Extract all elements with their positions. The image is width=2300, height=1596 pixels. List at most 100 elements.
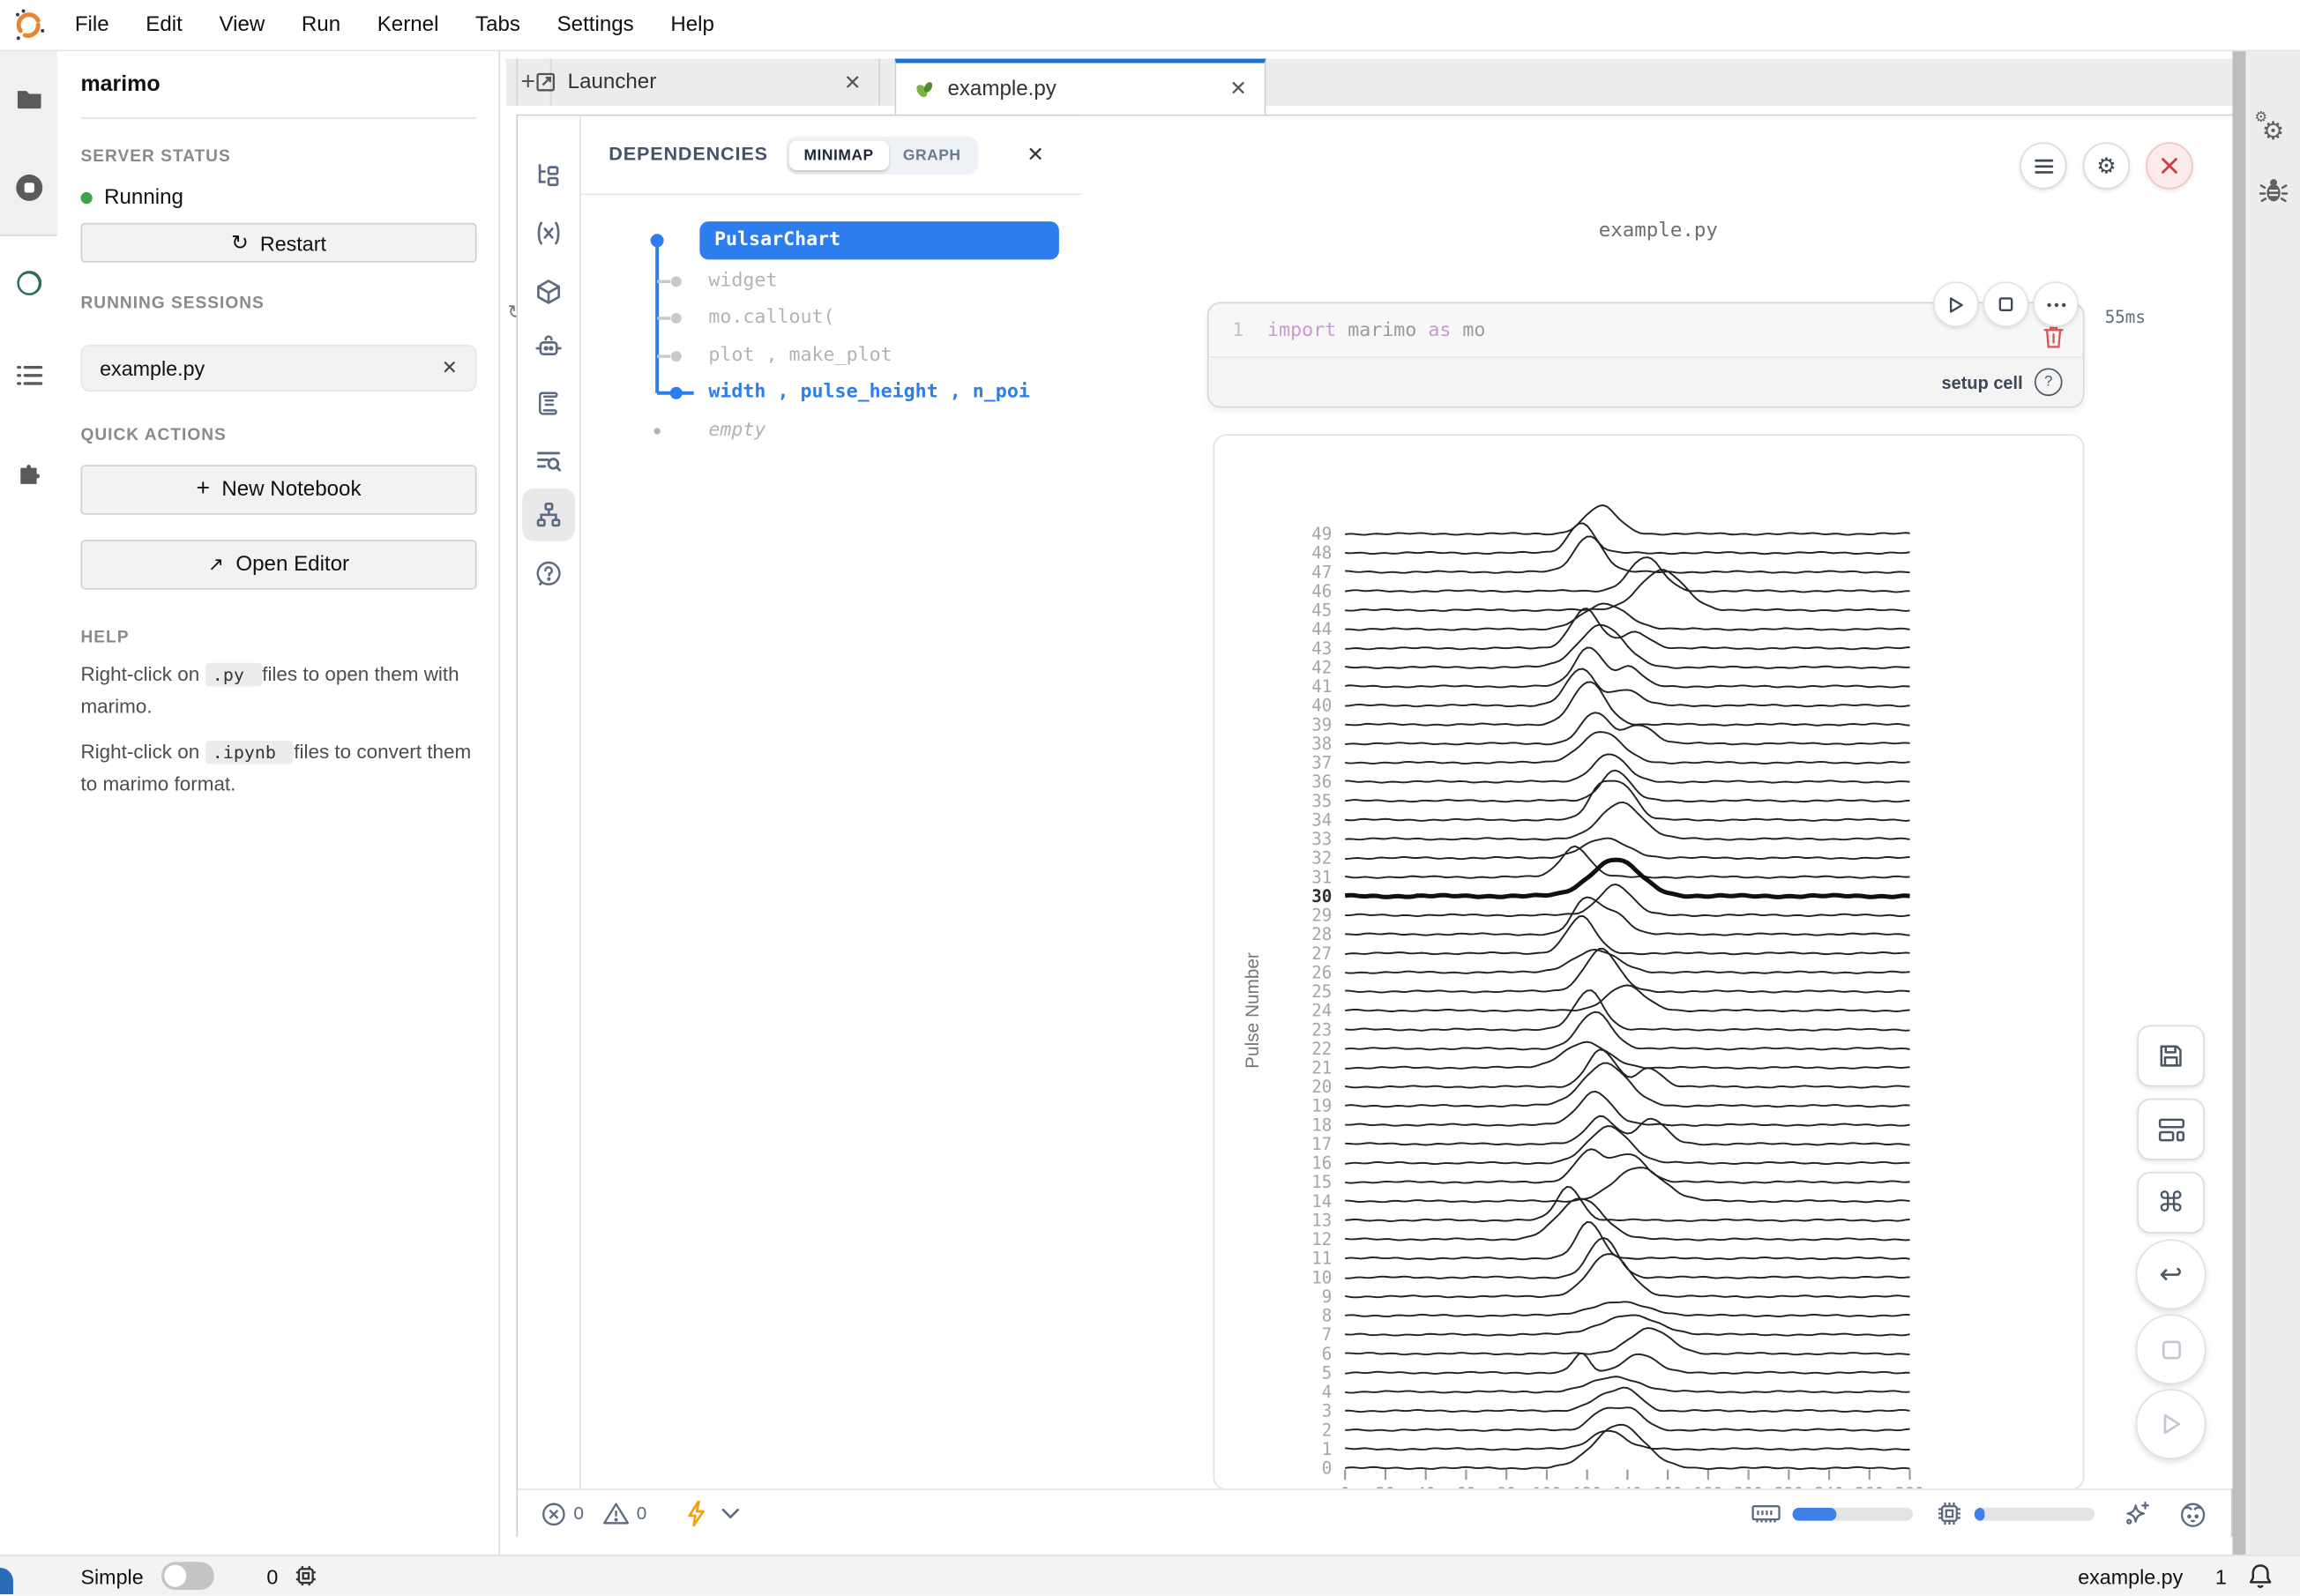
errors-icon[interactable] <box>541 1501 566 1525</box>
table-of-contents-icon[interactable] <box>15 361 44 390</box>
debugger-bug-icon[interactable] <box>2259 176 2288 205</box>
packages-icon[interactable] <box>534 277 563 306</box>
tab-example-py-close-icon[interactable]: ✕ <box>1229 76 1247 101</box>
kernel-chip-icon[interactable] <box>293 1563 317 1588</box>
menu-item-view[interactable]: View <box>210 11 273 40</box>
cpu-icon <box>1937 1501 1963 1527</box>
svg-text:2: 2 <box>1322 1420 1333 1440</box>
plus-icon: + <box>196 477 210 503</box>
right-dock-strip: ⚙ ⚙ <box>2245 51 2300 1555</box>
svg-text:25: 25 <box>1311 981 1332 1002</box>
help-paragraph-1: Right-click on .py files to open them wi… <box>80 659 479 722</box>
chevron-down-icon[interactable] <box>721 1508 739 1519</box>
run-all-button[interactable] <box>2136 1389 2207 1459</box>
setup-cell[interactable]: 1 import marimo as mo setup cell ? <box>1207 302 2085 408</box>
notebook-header-buttons: ⚙ <box>2020 142 2192 189</box>
menu-item-run[interactable]: Run <box>293 11 349 40</box>
dependency-node-width[interactable]: width , pulse_height , n_poi <box>708 381 1075 403</box>
run-cell-button[interactable] <box>1933 281 1979 327</box>
menu-item-help[interactable]: Help <box>661 11 723 40</box>
variables-icon[interactable] <box>534 219 563 248</box>
svg-text:6: 6 <box>1322 1344 1333 1364</box>
dependency-node-pulsarchart[interactable]: PulsarChart <box>699 221 1058 259</box>
tab-launcher[interactable]: Launcher ✕ <box>516 59 879 106</box>
pulse-curves <box>1345 505 1909 1469</box>
scratchpad-icon[interactable] <box>534 389 563 418</box>
svg-text:11: 11 <box>1311 1249 1332 1269</box>
undo-button[interactable]: ↩ <box>2136 1239 2207 1309</box>
status-text: Running <box>104 186 183 210</box>
extensions-icon[interactable] <box>15 456 44 485</box>
running-kernels-icon[interactable] <box>15 173 44 202</box>
tab-launcher-close-icon[interactable]: ✕ <box>844 70 862 94</box>
svg-text:13: 13 <box>1311 1210 1332 1230</box>
svg-text:22: 22 <box>1311 1039 1332 1059</box>
svg-text:10: 10 <box>1311 1267 1332 1287</box>
interrupt-button[interactable] <box>2136 1314 2207 1384</box>
svg-text:39: 39 <box>1311 714 1332 735</box>
menu-bar: File Edit View Run Kernel Tabs Settings … <box>0 0 2300 51</box>
menu-item-kernel[interactable]: Kernel <box>369 11 448 40</box>
folder-icon[interactable] <box>15 84 44 113</box>
lightning-icon[interactable] <box>685 1501 707 1527</box>
dependency-node-empty[interactable]: empty <box>708 420 765 442</box>
setup-cell-footer: setup cell ? <box>1209 358 2083 406</box>
notebook-menu-button[interactable] <box>2020 142 2066 189</box>
sidebar-title: marimo <box>80 71 160 96</box>
notebook-shutdown-button[interactable] <box>2146 142 2192 189</box>
code-text[interactable]: import marimo as mo <box>1267 319 1485 341</box>
svg-text:7: 7 <box>1322 1324 1333 1345</box>
svg-text:48: 48 <box>1311 543 1332 563</box>
property-inspector-icon[interactable]: ⚙ ⚙ <box>2258 117 2290 150</box>
logs-icon[interactable] <box>534 446 563 475</box>
notebook-settings-button[interactable]: ⚙ <box>2083 142 2130 189</box>
cell-more-button[interactable] <box>2033 281 2079 327</box>
menu-item-settings[interactable]: Settings <box>549 11 643 40</box>
notebook-footer-bar: 0 0 <box>518 1488 2231 1537</box>
marimo-sidebar: marimo SERVER STATUS Running ↻ Restart R… <box>59 51 501 1555</box>
statusbar-filename[interactable]: example.py <box>2078 1564 2183 1588</box>
file-tree-icon[interactable] <box>534 160 563 189</box>
tab-example-py[interactable]: example.py ✕ <box>895 59 1266 115</box>
help-paragraph-2: Right-click on .ipynb files to convert t… <box>80 736 479 800</box>
session-item[interactable]: example.py ✕ <box>80 345 476 392</box>
stop-cell-button[interactable] <box>1983 281 2029 327</box>
menu-item-edit[interactable]: Edit <box>137 11 191 40</box>
play-icon <box>1948 295 1964 313</box>
svg-text:15: 15 <box>1311 1172 1332 1192</box>
ai-robot-icon[interactable] <box>534 333 563 362</box>
dependency-node-widget[interactable]: widget <box>708 270 777 292</box>
stop-icon <box>1998 296 2013 312</box>
assistant-face-icon[interactable] <box>2178 1500 2207 1528</box>
dependencies-icon[interactable] <box>534 500 563 529</box>
svg-text:41: 41 <box>1311 676 1332 697</box>
setup-help-icon[interactable]: ? <box>2035 368 2063 396</box>
svg-text:36: 36 <box>1311 772 1332 792</box>
dependency-connectors <box>579 116 1082 556</box>
open-editor-button[interactable]: ↗ Open Editor <box>80 540 476 590</box>
marimo-ring-icon[interactable] <box>15 268 44 297</box>
command-palette-button[interactable]: ⌘ <box>2137 1172 2205 1234</box>
dependencies-panel: DEPENDENCIES MINIMAP GRAPH ✕ PulsarChart… <box>579 116 1084 1488</box>
restart-button[interactable]: ↻ Restart <box>80 223 476 263</box>
help-icon[interactable] <box>534 559 563 588</box>
session-close-icon[interactable]: ✕ <box>442 356 458 380</box>
arrow-up-right-icon: ↗ <box>208 553 224 577</box>
simple-mode-toggle[interactable] <box>161 1562 214 1590</box>
delete-cell-icon[interactable] <box>2042 324 2065 349</box>
y-axis-title: Pulse Number <box>1243 952 1263 1069</box>
bell-icon[interactable] <box>2247 1562 2274 1590</box>
svg-text:9: 9 <box>1322 1286 1333 1307</box>
close-icon <box>2161 157 2178 175</box>
menu-item-tabs[interactable]: Tabs <box>467 11 529 40</box>
dock-resize-gutter[interactable] <box>2232 51 2245 1555</box>
cell-runtime: 55ms <box>2105 307 2146 327</box>
layout-button[interactable] <box>2137 1099 2205 1160</box>
menu-item-file[interactable]: File <box>66 11 118 40</box>
new-notebook-button[interactable]: + New Notebook <box>80 465 476 515</box>
dependency-node-plot[interactable]: plot , make_plot <box>708 345 892 367</box>
warnings-icon[interactable] <box>603 1502 630 1525</box>
save-button[interactable] <box>2137 1025 2205 1087</box>
ai-sparkle-icon[interactable] <box>2124 1500 2152 1528</box>
dependency-node-callout[interactable]: mo.callout( <box>708 307 834 329</box>
